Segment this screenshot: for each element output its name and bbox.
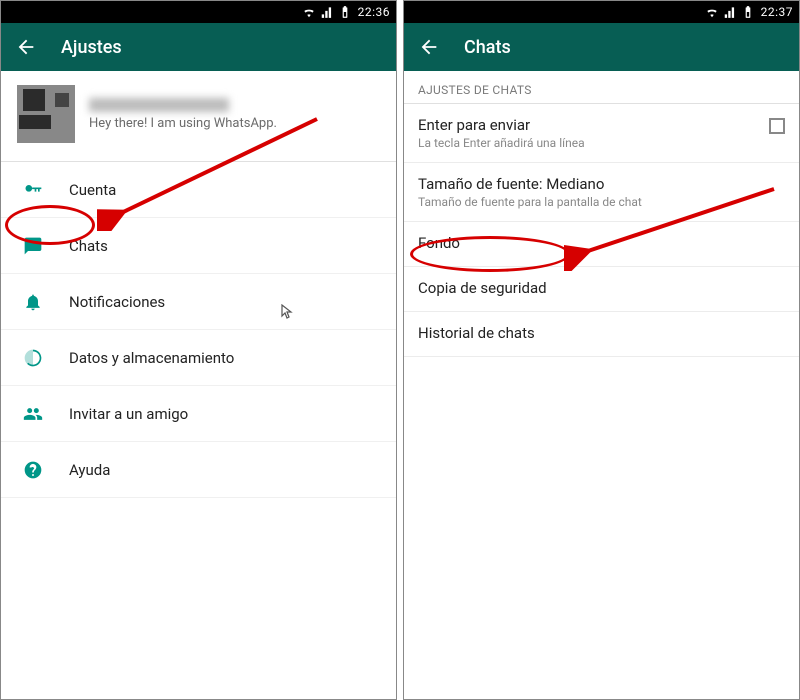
app-bar-title: Chats <box>464 37 511 58</box>
pref-title: Enter para enviar <box>418 116 785 134</box>
settings-item-invite[interactable]: Invitar a un amigo <box>1 386 396 442</box>
section-header: AJUSTES DE CHATS <box>404 71 799 104</box>
settings-item-notifications[interactable]: Notificaciones <box>1 274 396 330</box>
pref-title: Historial de chats <box>418 324 785 342</box>
pref-backup[interactable]: Copia de seguridad <box>404 267 799 312</box>
signal-icon <box>723 5 737 19</box>
settings-label: Cuenta <box>69 181 116 199</box>
pref-enter-to-send[interactable]: Enter para enviar La tecla Enter añadirá… <box>404 104 799 163</box>
settings-label: Datos y almacenamiento <box>69 349 234 367</box>
profile-row[interactable]: Hey there! I am using WhatsApp. <box>1 71 396 162</box>
settings-item-help[interactable]: Ayuda <box>1 442 396 498</box>
settings-label: Notificaciones <box>69 293 165 311</box>
back-arrow-icon[interactable] <box>15 36 37 58</box>
clock: 22:37 <box>761 5 793 19</box>
avatar <box>17 85 75 143</box>
settings-label: Chats <box>69 237 108 255</box>
signal-icon <box>320 5 334 19</box>
pref-subtitle: Tamaño de fuente para la pantalla de cha… <box>418 195 785 209</box>
battery-icon <box>338 5 352 19</box>
checkbox[interactable] <box>769 118 785 134</box>
people-icon <box>19 404 47 424</box>
settings-label: Invitar a un amigo <box>69 405 188 423</box>
pref-title: Tamaño de fuente: Mediano <box>418 175 785 193</box>
key-icon <box>19 180 47 200</box>
data-usage-icon <box>19 348 47 368</box>
settings-item-chats[interactable]: Chats <box>1 218 396 274</box>
pref-title: Fondo <box>418 234 785 252</box>
settings-screen: 22:36 Ajustes Hey there! I am using What… <box>0 0 397 700</box>
chat-icon <box>19 236 47 256</box>
settings-item-data[interactable]: Datos y almacenamiento <box>1 330 396 386</box>
app-bar: Ajustes <box>1 23 396 71</box>
pref-wallpaper[interactable]: Fondo <box>404 222 799 267</box>
settings-item-account[interactable]: Cuenta <box>1 162 396 218</box>
cursor-icon <box>281 304 293 320</box>
status-bar: 22:36 <box>1 1 396 23</box>
wifi-icon <box>302 5 316 19</box>
profile-name-blurred <box>89 98 229 112</box>
settings-label: Ayuda <box>69 461 110 479</box>
app-bar-title: Ajustes <box>61 37 122 58</box>
pref-title: Copia de seguridad <box>418 279 785 297</box>
pref-subtitle: La tecla Enter añadirá una línea <box>418 136 785 150</box>
profile-status: Hey there! I am using WhatsApp. <box>89 116 277 131</box>
help-icon <box>19 460 47 480</box>
status-bar: 22:37 <box>404 1 799 23</box>
clock: 22:36 <box>358 5 390 19</box>
bell-icon <box>19 292 47 312</box>
wifi-icon <box>705 5 719 19</box>
back-arrow-icon[interactable] <box>418 36 440 58</box>
app-bar: Chats <box>404 23 799 71</box>
pref-font-size[interactable]: Tamaño de fuente: Mediano Tamaño de fuen… <box>404 163 799 222</box>
chats-settings-screen: 22:37 Chats AJUSTES DE CHATS Enter para … <box>403 0 800 700</box>
pref-history[interactable]: Historial de chats <box>404 312 799 357</box>
settings-list: Cuenta Chats Notificaciones Datos y alma… <box>1 162 396 498</box>
battery-icon <box>741 5 755 19</box>
